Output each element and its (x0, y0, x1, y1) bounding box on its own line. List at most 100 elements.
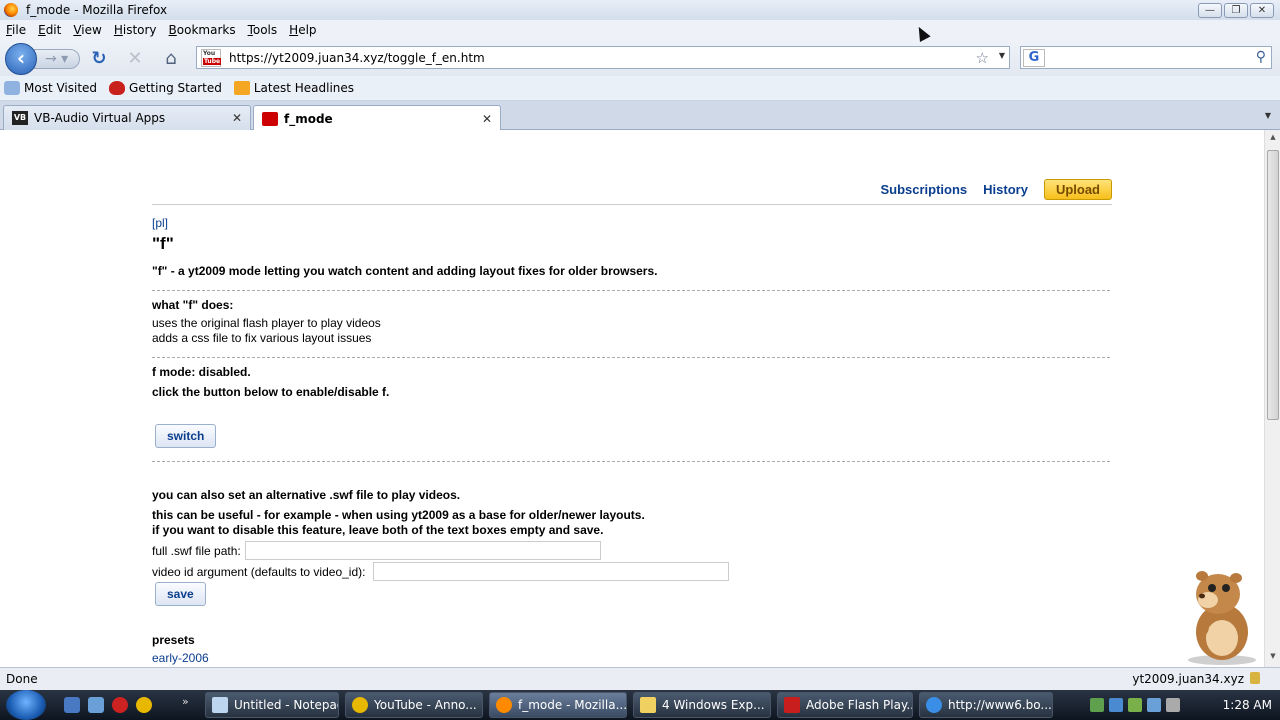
youtube-icon (201, 48, 222, 67)
maximize-button[interactable]: ❐ (1224, 3, 1248, 18)
notepad-icon (212, 697, 228, 713)
search-icon[interactable]: ⚲ (1256, 49, 1266, 65)
preset-link[interactable]: early-2006 (152, 651, 209, 665)
hamster-mascot-icon (1188, 571, 1256, 665)
forward-button[interactable]: → ▾ (34, 49, 80, 69)
alt-swf-desc: if you want to disable this feature, lea… (152, 523, 604, 537)
task-youtube[interactable]: YouTube - Anno... (345, 692, 483, 718)
lock-icon[interactable] (1250, 672, 1260, 684)
menu-edit[interactable]: Edit (38, 23, 61, 37)
back-button[interactable]: ‹ (5, 43, 37, 75)
scroll-down-icon[interactable]: ▼ (1267, 652, 1279, 664)
divider (152, 357, 1110, 358)
menu-tools[interactable]: Tools (248, 23, 278, 37)
windows-taskbar: » Untitled - Notepad YouTube - Anno... f… (0, 690, 1280, 720)
page-title: "f" (152, 234, 174, 253)
vertical-scrollbar[interactable]: ▲ ▼ (1264, 130, 1280, 667)
clock[interactable]: 1:28 AM (1223, 698, 1272, 712)
upload-button[interactable]: Upload (1043, 178, 1112, 200)
chrome-icon (352, 697, 368, 713)
window-title: f_mode - Mozilla Firefox (26, 3, 168, 17)
divider (152, 461, 1110, 462)
menu-bookmarks[interactable]: Bookmarks (169, 23, 236, 37)
most-visited-icon (4, 81, 20, 95)
chrome-icon[interactable] (136, 697, 152, 713)
navigation-toolbar: → ▾ ‹ ↻ ✕ ⌂ https://yt2009.juan34.xyz/to… (0, 40, 1280, 76)
instruction-text: click the button below to enable/disable… (152, 385, 390, 399)
menu-history[interactable]: History (114, 23, 157, 37)
search-bar[interactable]: G ⚲ (1020, 46, 1272, 69)
task-firefox[interactable]: f_mode - Mozilla... (489, 692, 627, 718)
tab-label: VB-Audio Virtual Apps (34, 111, 166, 125)
rss-icon (233, 81, 250, 95)
status-domain: yt2009.juan34.xyz (1132, 672, 1244, 686)
bookmark-latest-headlines[interactable]: Latest Headlines (233, 81, 354, 95)
language-link[interactable]: [pl] (152, 216, 168, 230)
reload-icon[interactable]: ↻ (88, 48, 110, 70)
home-icon[interactable]: ⌂ (160, 48, 182, 70)
what-item: uses the original flash player to play v… (152, 316, 381, 330)
search-input[interactable] (1059, 49, 1249, 66)
title-bar: f_mode - Mozilla Firefox — ❐ ✕ (0, 0, 1280, 20)
tab-close-icon[interactable]: ✕ (232, 111, 242, 125)
bookmark-most-visited[interactable]: Most Visited (4, 81, 97, 95)
history-link[interactable]: History (983, 182, 1028, 197)
start-button[interactable] (6, 690, 46, 720)
video-id-input[interactable] (373, 562, 729, 581)
bookmark-star-icon[interactable]: ☆ (976, 49, 989, 67)
task-flash-player[interactable]: Adobe Flash Play... (777, 692, 913, 718)
switch-button[interactable]: switch (155, 424, 217, 448)
ie-icon (926, 697, 942, 713)
url-bar[interactable]: https://yt2009.juan34.xyz/toggle_f_en.ht… (196, 46, 1010, 69)
system-tray: 1:28 AM (1085, 692, 1280, 718)
scroll-thumb[interactable] (1267, 150, 1279, 420)
firefox-icon (496, 697, 512, 713)
minimize-button[interactable]: — (1198, 3, 1222, 18)
network-icon[interactable] (1147, 698, 1161, 712)
alt-swf-desc: this can be useful - for example - when … (152, 508, 645, 522)
url-text[interactable]: https://yt2009.juan34.xyz/toggle_f_en.ht… (229, 51, 485, 65)
bookmark-getting-started[interactable]: Getting Started (109, 81, 222, 95)
vb-icon: VB (12, 111, 28, 125)
tray-icon[interactable] (1090, 698, 1104, 712)
close-button[interactable]: ✕ (1250, 3, 1274, 18)
tab-label: f_mode (284, 111, 333, 126)
menu-view[interactable]: View (73, 23, 101, 37)
menu-file[interactable]: File (6, 23, 26, 37)
google-icon[interactable]: G (1023, 48, 1045, 67)
menu-help[interactable]: Help (289, 23, 316, 37)
tab-vb-audio[interactable]: VB VB-Audio Virtual Apps ✕ (3, 105, 251, 130)
mode-status: f mode: disabled. (152, 365, 251, 379)
url-dropdown-icon[interactable]: ▼ (999, 51, 1005, 60)
presets-title: presets (152, 633, 195, 647)
youtube-icon (262, 111, 278, 126)
what-item: adds a css file to fix various layout is… (152, 331, 372, 345)
page-content: Subscriptions History Upload [pl] "f" "f… (0, 130, 1264, 667)
alt-swf-title: you can also set an alternative .swf fil… (152, 488, 461, 502)
quicklaunch-more-icon[interactable]: » (182, 695, 189, 708)
stop-icon[interactable]: ✕ (124, 48, 146, 70)
tab-list-icon[interactable]: ▼ (1260, 107, 1276, 125)
scroll-up-icon[interactable]: ▲ (1267, 133, 1279, 145)
save-button[interactable]: save (155, 582, 206, 606)
tab-close-icon[interactable]: ✕ (482, 112, 492, 126)
show-desktop-icon[interactable] (64, 697, 80, 713)
opera-icon[interactable] (112, 697, 128, 713)
swf-path-input[interactable] (245, 541, 601, 560)
switch-windows-icon[interactable] (88, 697, 104, 713)
task-explorer[interactable]: 4 Windows Exp... (633, 692, 771, 718)
what-title: what "f" does: (152, 298, 234, 312)
task-notepad[interactable]: Untitled - Notepad (205, 692, 339, 718)
task-ie[interactable]: http://www6.bo... (919, 692, 1053, 718)
status-bar: Done yt2009.juan34.xyz (0, 667, 1280, 690)
volume-icon[interactable] (1166, 698, 1180, 712)
tray-icon[interactable] (1109, 698, 1123, 712)
divider (152, 290, 1110, 291)
flash-icon (784, 697, 800, 713)
tray-icon[interactable] (1128, 698, 1142, 712)
intro-text: "f" - a yt2009 mode letting you watch co… (152, 264, 658, 278)
firefox-icon (4, 3, 18, 17)
subscriptions-link[interactable]: Subscriptions (880, 182, 967, 197)
tab-f-mode[interactable]: f_mode ✕ (253, 105, 501, 131)
video-id-label: video id argument (defaults to video_id)… (152, 565, 366, 579)
